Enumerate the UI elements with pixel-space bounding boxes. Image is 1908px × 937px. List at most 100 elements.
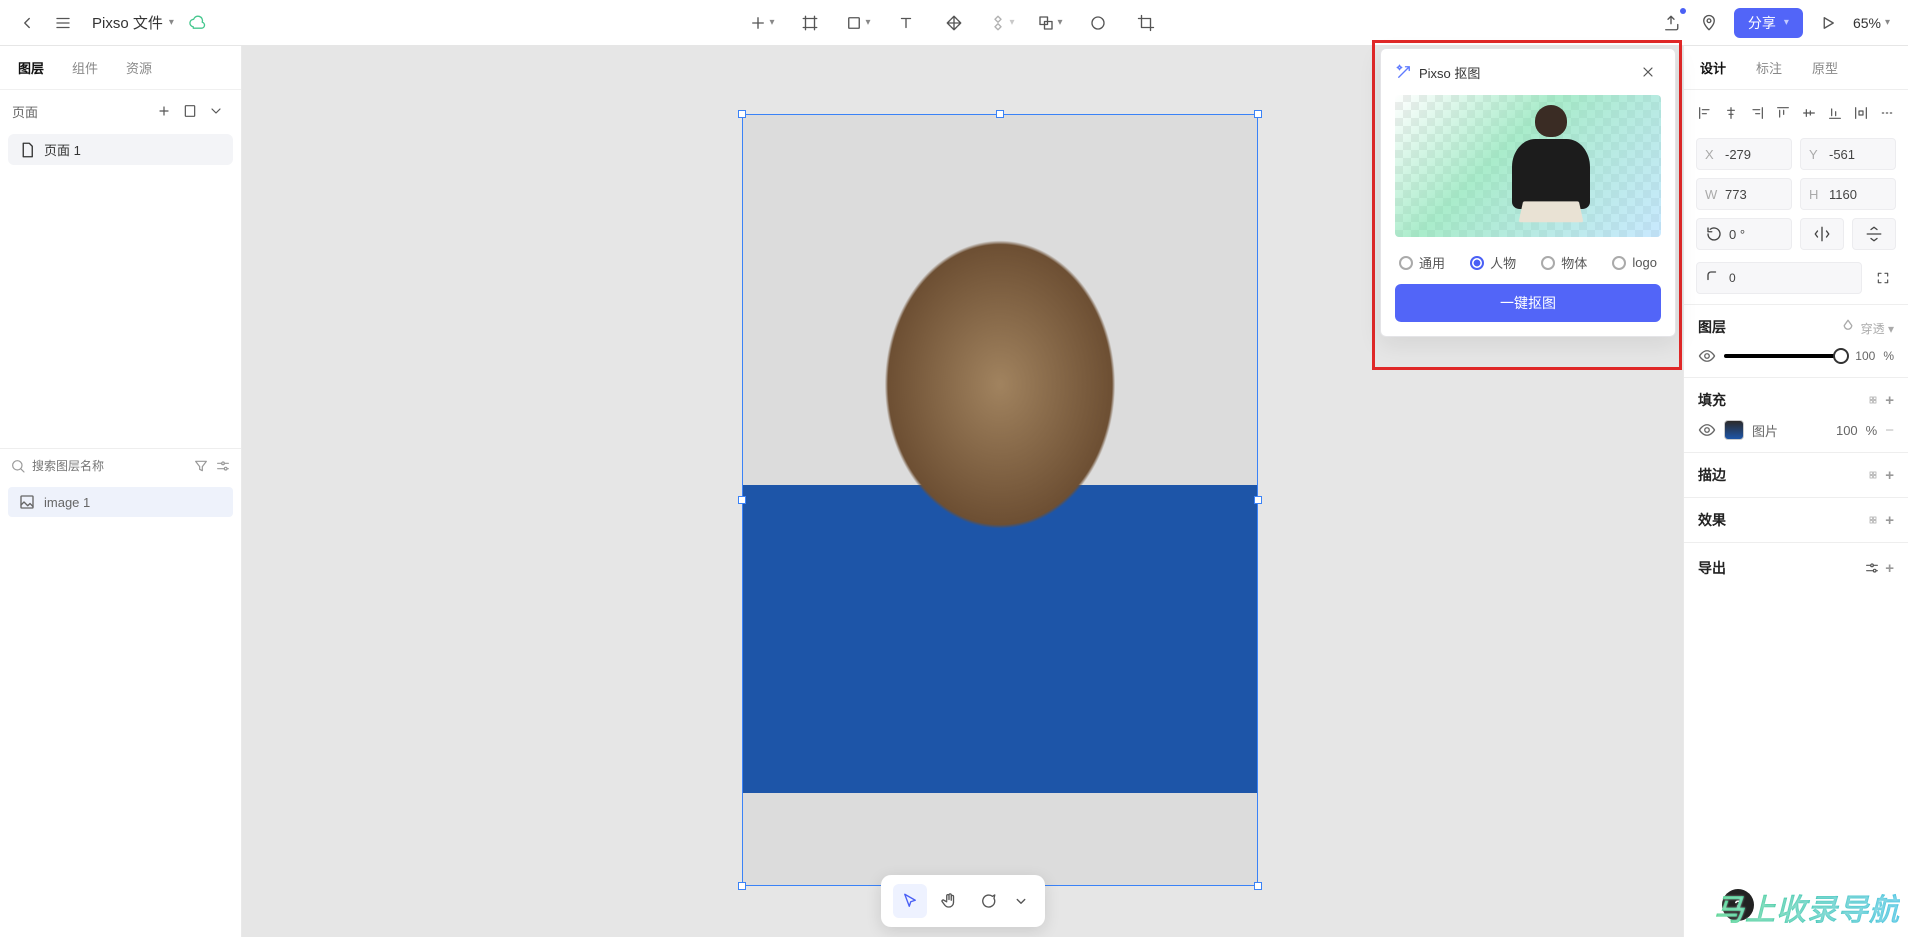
add-page-icon[interactable] xyxy=(151,98,177,124)
tab-annotate[interactable]: 标注 xyxy=(1756,58,1782,77)
fill-swatch[interactable] xyxy=(1724,420,1744,440)
add-effect-button[interactable]: + xyxy=(1885,512,1894,529)
corner-radius-input[interactable]: 0 xyxy=(1696,262,1862,294)
resize-handle-br[interactable] xyxy=(1254,882,1262,890)
flip-v-button[interactable] xyxy=(1852,218,1896,250)
radio-person[interactable]: 人物 xyxy=(1470,253,1516,272)
move-tool[interactable] xyxy=(941,10,967,36)
more-tools[interactable] xyxy=(1010,884,1032,918)
preview-person-figure xyxy=(1496,105,1606,237)
page-item[interactable]: 页面 1 xyxy=(8,134,233,165)
h-input[interactable]: H1160 xyxy=(1800,178,1896,210)
zoom-control[interactable]: 65% ▾ xyxy=(1853,15,1894,31)
align-left-icon[interactable] xyxy=(1696,100,1714,126)
resize-handle-mr[interactable] xyxy=(1254,496,1262,504)
distribute-icon[interactable] xyxy=(1852,100,1870,126)
filter-icon[interactable] xyxy=(193,457,209,475)
w-input[interactable]: W773 xyxy=(1696,178,1792,210)
resize-handle-tl[interactable] xyxy=(738,110,746,118)
play-icon[interactable] xyxy=(1815,10,1841,36)
shape-tool[interactable]: ▾ xyxy=(845,10,871,36)
one-click-cutout-button[interactable]: 一键抠图 xyxy=(1395,284,1661,322)
add-fill-button[interactable]: + xyxy=(1885,392,1894,409)
tab-components[interactable]: 组件 xyxy=(72,54,98,81)
pages-header: 页面 xyxy=(0,90,241,132)
resize-handle-tr[interactable] xyxy=(1254,110,1262,118)
remove-fill-button[interactable]: − xyxy=(1885,422,1894,439)
image-layer-icon xyxy=(18,493,36,511)
fill-opacity[interactable]: 100 xyxy=(1836,423,1858,438)
watermark-text: 马上收录导航 xyxy=(1714,885,1900,929)
boolean-tool[interactable]: ▾ xyxy=(1037,10,1063,36)
fill-type[interactable]: 图片 xyxy=(1752,421,1778,440)
add-export-button[interactable]: + xyxy=(1885,560,1894,577)
export-icon[interactable] xyxy=(1658,10,1684,36)
resize-handle-ml[interactable] xyxy=(738,496,746,504)
component-tool[interactable]: ▾ xyxy=(989,10,1015,36)
add-stroke-button[interactable]: + xyxy=(1885,467,1894,484)
tab-assets[interactable]: 资源 xyxy=(126,54,152,81)
layer-search[interactable] xyxy=(0,448,241,483)
rotate-input[interactable]: 0 ° xyxy=(1696,218,1792,250)
blend-icon xyxy=(1839,318,1857,336)
comment-tool[interactable] xyxy=(971,884,1005,918)
back-icon[interactable] xyxy=(14,10,40,36)
ellipse-tool[interactable] xyxy=(1085,10,1111,36)
align-center-h-icon[interactable] xyxy=(1722,100,1740,126)
share-button[interactable]: 分享 ▾ xyxy=(1734,8,1803,38)
add-tool[interactable]: ▾ xyxy=(749,10,775,36)
settings-icon[interactable] xyxy=(215,457,231,475)
visibility-icon[interactable] xyxy=(1698,421,1716,439)
opacity-value[interactable]: 100 xyxy=(1855,349,1875,363)
location-icon[interactable] xyxy=(1696,10,1722,36)
radio-general[interactable]: 通用 xyxy=(1399,253,1445,272)
align-center-v-icon[interactable] xyxy=(1800,100,1818,126)
flip-h-button[interactable] xyxy=(1800,218,1844,250)
plugin-title: Pixso 抠图 xyxy=(1419,63,1480,82)
file-title[interactable]: Pixso 文件 ▾ xyxy=(92,12,174,33)
pixso-cutout-panel: Pixso 抠图 通用 人物 物体 logo 一键抠图 xyxy=(1380,48,1676,337)
close-plugin-button[interactable] xyxy=(1635,59,1661,85)
visibility-icon[interactable] xyxy=(1698,347,1716,365)
pointer-tool[interactable] xyxy=(893,884,927,918)
layer-section-title: 图层 xyxy=(1698,317,1726,337)
text-tool[interactable] xyxy=(893,10,919,36)
y-input[interactable]: Y-561 xyxy=(1800,138,1896,170)
tab-design[interactable]: 设计 xyxy=(1700,58,1726,77)
layer-name: image 1 xyxy=(44,495,90,510)
zoom-value: 65% xyxy=(1853,15,1881,31)
crop-tool[interactable] xyxy=(1133,10,1159,36)
x-input[interactable]: X-279 xyxy=(1696,138,1792,170)
export-settings-icon[interactable] xyxy=(1859,555,1885,581)
tab-layers[interactable]: 图层 xyxy=(18,54,44,81)
fill-shortcut xyxy=(1867,393,1879,407)
frame-tool[interactable] xyxy=(797,10,823,36)
hand-tool[interactable] xyxy=(932,884,966,918)
align-right-icon[interactable] xyxy=(1748,100,1766,126)
layer-search-input[interactable] xyxy=(32,459,187,473)
left-panel: 图层 组件 资源 页面 页面 1 image 1 xyxy=(0,46,242,937)
menu-icon[interactable] xyxy=(50,10,76,36)
more-align-icon[interactable] xyxy=(1878,100,1896,126)
radio-logo[interactable]: logo xyxy=(1612,255,1657,270)
independent-corners-icon[interactable] xyxy=(1870,265,1896,291)
search-icon xyxy=(10,457,26,475)
collapse-pages-icon[interactable] xyxy=(203,98,229,124)
resize-handle-tm[interactable] xyxy=(996,110,1004,118)
chevron-down-icon: ▾ xyxy=(1784,17,1789,28)
blend-mode[interactable]: 穿透 ▾ xyxy=(1839,318,1894,337)
portrait-photo xyxy=(743,115,1257,885)
radio-object[interactable]: 物体 xyxy=(1541,253,1587,272)
selection-frame[interactable]: 773×1160 xyxy=(742,114,1258,886)
opacity-slider[interactable] xyxy=(1724,354,1847,358)
plugin-preview xyxy=(1395,95,1661,237)
export-section-title: 导出 xyxy=(1698,558,1726,578)
align-bottom-icon[interactable] xyxy=(1826,100,1844,126)
tab-prototype[interactable]: 原型 xyxy=(1812,58,1838,77)
resize-handle-bl[interactable] xyxy=(738,882,746,890)
align-top-icon[interactable] xyxy=(1774,100,1792,126)
layer-item[interactable]: image 1 xyxy=(8,487,233,517)
page-list-icon[interactable] xyxy=(177,98,203,124)
cloud-sync-icon[interactable] xyxy=(184,10,210,36)
magic-wand-icon xyxy=(1395,63,1413,81)
